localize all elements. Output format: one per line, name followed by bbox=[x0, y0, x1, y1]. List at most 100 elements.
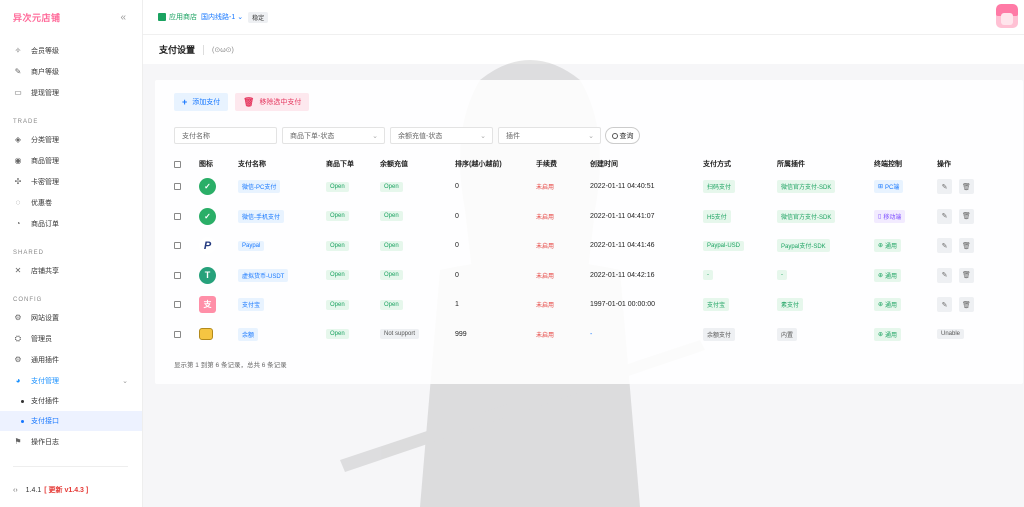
brand-row: 异次元店铺 « bbox=[0, 0, 142, 34]
brand-logo[interactable]: 异次元店铺 bbox=[13, 11, 61, 24]
sidebar-item-shop-share[interactable]: ✕ 店铺共享 bbox=[0, 260, 142, 281]
payment-name-tag: 支付宝 bbox=[238, 298, 265, 312]
share-icon: ✕ bbox=[14, 266, 22, 275]
bullet-icon bbox=[21, 419, 24, 423]
sidebar-item-plugins[interactable]: ⚙ 通用插件 bbox=[0, 349, 142, 370]
trash-icon[interactable]: 🗑 bbox=[959, 179, 974, 195]
row-checkbox[interactable] bbox=[174, 301, 181, 309]
plus-icon: + bbox=[182, 97, 188, 107]
edit-icon[interactable]: ✎ bbox=[937, 297, 952, 313]
plugin-select-value: 插件 bbox=[506, 132, 520, 140]
sidebar-item-payment[interactable]: ◕ 支付管理 ⌄ bbox=[0, 370, 142, 391]
actions-cell: ✎ 🗑 bbox=[937, 238, 997, 254]
delete-selected-button[interactable]: 🗑 移除选中支付 bbox=[235, 93, 310, 111]
collapse-sidebar-icon[interactable]: « bbox=[120, 12, 126, 23]
app-store-link[interactable]: 应用商店 bbox=[158, 12, 197, 22]
col-header: 创建时间 bbox=[590, 161, 618, 168]
balance-status-select[interactable]: 余额充值-状态 ⌄ bbox=[390, 127, 493, 144]
trash-icon[interactable]: 🗑 bbox=[959, 238, 974, 254]
payment-name-input[interactable]: 支付名称 bbox=[174, 127, 277, 144]
sidebar-item-orders[interactable]: ◔ 商品订单 bbox=[0, 213, 142, 234]
order-status-select[interactable]: 商品下单-状态 ⌄ bbox=[282, 127, 385, 144]
balance-status-tag[interactable]: Open bbox=[380, 211, 403, 222]
payment-name-tag: 余额 bbox=[238, 327, 259, 341]
col-header: 图标 bbox=[199, 161, 213, 168]
sidebar-subitem-label: 支付插件 bbox=[31, 398, 59, 405]
sidebar-nav: ✧ 会员等级 ✎ 商户等级 ▭ 提现管理 TRADE ◈ 分类管理 ◉ 商品管理 ✣ 卡密管… bbox=[0, 34, 142, 452]
sidebar-item-cards[interactable]: ✣ 卡密管理 bbox=[0, 171, 142, 192]
merchant-icon: ✎ bbox=[14, 67, 22, 76]
plugin-tag: 微信官方支付-SDK bbox=[777, 180, 836, 194]
trash-icon[interactable]: 🗑 bbox=[959, 297, 974, 313]
sidebar-item-admins[interactable]: ⛭ 管理员 bbox=[0, 328, 142, 349]
balance-cell: Open bbox=[380, 299, 455, 310]
sidebar-item-label: 支付管理 bbox=[31, 377, 59, 385]
sidebar-item-merchant-level[interactable]: ✎ 商户等级 bbox=[0, 61, 142, 82]
col-header: 排序(越小越前) bbox=[455, 161, 502, 168]
row-checkbox-cell bbox=[174, 271, 199, 279]
sidebar-item-logs[interactable]: ⚑ 操作日志 bbox=[0, 431, 142, 452]
icon-cell: P bbox=[199, 237, 238, 255]
sidebar-item-withdraw[interactable]: ▭ 提现管理 bbox=[0, 82, 142, 103]
row-checkbox-cell bbox=[174, 212, 199, 220]
trash-icon[interactable]: 🗑 bbox=[959, 208, 974, 224]
add-payment-label: 添加支付 bbox=[192, 99, 221, 106]
sidebar-item-label: 会员等级 bbox=[31, 47, 59, 55]
edit-icon[interactable]: ✎ bbox=[937, 208, 952, 224]
sidebar-item-goods[interactable]: ◉ 商品管理 bbox=[0, 150, 142, 171]
order-status-tag[interactable]: Open bbox=[326, 270, 349, 281]
plugin-tag: 内置 bbox=[777, 327, 798, 341]
balance-status-tag[interactable]: Open bbox=[380, 181, 403, 192]
row-checkbox[interactable] bbox=[174, 242, 181, 250]
icon-cell: ✓ bbox=[199, 178, 238, 196]
edit-icon[interactable]: ✎ bbox=[937, 267, 952, 283]
col-header: 操作 bbox=[937, 161, 951, 168]
row-checkbox[interactable] bbox=[174, 212, 181, 220]
balance-status-tag[interactable]: Open bbox=[380, 270, 403, 281]
row-checkbox[interactable] bbox=[174, 330, 181, 338]
payment-name-placeholder: 支付名称 bbox=[182, 132, 210, 140]
balance-status-tag[interactable]: Open bbox=[380, 240, 403, 251]
order-status-tag[interactable]: Open bbox=[326, 299, 349, 310]
trash-icon[interactable]: 🗑 bbox=[959, 267, 974, 283]
line-select[interactable]: 国内线路-1 ⌄ bbox=[201, 12, 243, 22]
terminal-tag: ⊕ 通用 bbox=[874, 298, 902, 312]
row-checkbox[interactable] bbox=[174, 183, 181, 191]
sidebar-item-member-level[interactable]: ✧ 会员等级 bbox=[0, 40, 142, 61]
sidebar-item-coupon[interactable]: ◌ 优惠卷 bbox=[0, 192, 142, 213]
order-status-tag[interactable]: Open bbox=[326, 181, 349, 192]
row-checkbox[interactable] bbox=[174, 271, 181, 279]
sidebar-item-site-settings[interactable]: ⚙ 网站设置 bbox=[0, 307, 142, 328]
order-status-tag[interactable]: Open bbox=[326, 329, 349, 340]
code-icon: ‹› bbox=[13, 486, 18, 494]
plugin-cell: 内置 bbox=[777, 327, 874, 341]
sidebar-subitem-payment-interfaces[interactable]: 支付接口 bbox=[0, 411, 142, 431]
table-row: 支 支付宝 Open Open 1 未启用 1997-01-01 00:00:0… bbox=[174, 290, 1014, 320]
method-cell: 扫码支付 bbox=[703, 180, 777, 194]
search-button[interactable]: 查询 bbox=[605, 127, 640, 144]
row-checkbox-cell bbox=[174, 183, 199, 191]
order-status-tag[interactable]: Open bbox=[326, 240, 349, 251]
update-link[interactable]: [ 更新 v1.4.3 ] bbox=[44, 485, 88, 495]
balance-cell: Open bbox=[380, 270, 455, 281]
card-icon: ✣ bbox=[14, 177, 22, 186]
edit-icon[interactable]: ✎ bbox=[937, 238, 952, 254]
balance-cell: Open bbox=[380, 211, 455, 222]
order-status-tag[interactable]: Open bbox=[326, 211, 349, 222]
fee-status: 未启用 bbox=[536, 303, 555, 310]
time-cell: - bbox=[590, 330, 593, 338]
terminal-label: 通用 bbox=[885, 332, 898, 339]
sort-cell: 0 bbox=[455, 271, 459, 279]
edit-icon[interactable]: ✎ bbox=[937, 179, 952, 195]
avatar[interactable] bbox=[996, 4, 1018, 28]
balance-status-tag[interactable]: Open bbox=[380, 299, 403, 310]
add-payment-button[interactable]: + 添加支付 bbox=[174, 93, 229, 111]
plugin-select[interactable]: 插件 ⌄ bbox=[498, 127, 601, 144]
globe-icon: ⊕ bbox=[878, 243, 884, 250]
select-all-checkbox[interactable] bbox=[174, 160, 181, 168]
sidebar-item-label: 分类管理 bbox=[31, 136, 59, 144]
sidebar-subitem-payment-plugins[interactable]: 支付插件 bbox=[0, 391, 142, 411]
sidebar-item-category[interactable]: ◈ 分类管理 bbox=[0, 129, 142, 150]
name-cell: 支付宝 bbox=[238, 298, 326, 312]
terminal-cell: ▯ 移动端 bbox=[874, 209, 937, 223]
